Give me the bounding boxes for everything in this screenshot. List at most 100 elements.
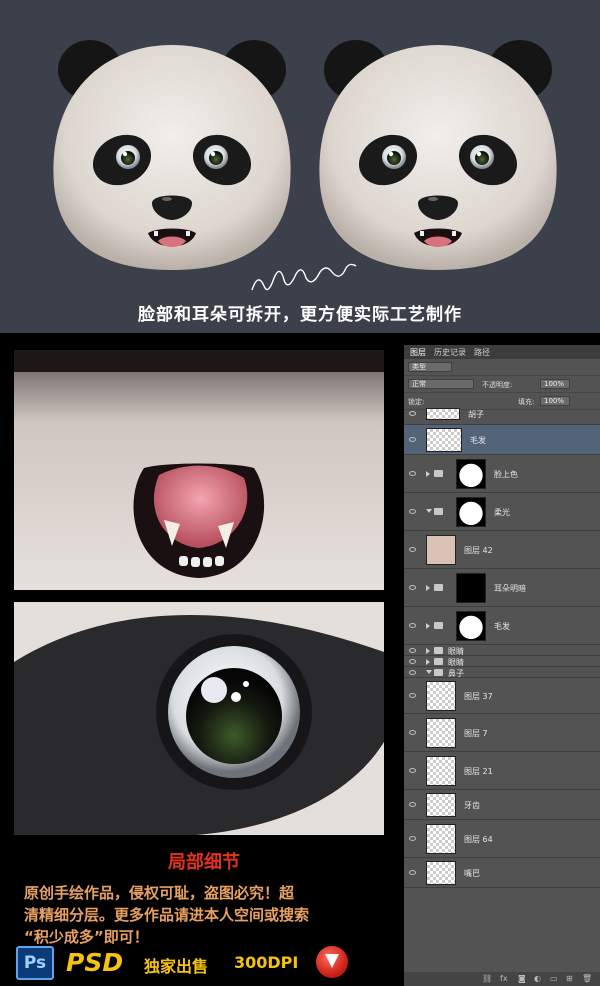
expand-arrow-icon[interactable] <box>426 471 430 477</box>
expand-arrow-icon[interactable] <box>426 509 432 513</box>
folder-icon <box>434 622 443 629</box>
tab-history[interactable]: 历史记录 <box>434 347 466 358</box>
layer-row[interactable]: 毛发 <box>404 607 600 645</box>
layer-row[interactable]: 胡子 <box>404 403 600 425</box>
layer-row[interactable]: 图层 64 <box>404 820 600 858</box>
layers-panel: 图层 历史记录 路径 类型 正常 不透明度: 100% 锁定: 填充: 100%… <box>404 345 600 986</box>
layer-name: 图层 64 <box>464 835 493 844</box>
new-group-icon[interactable]: ▭ <box>550 974 558 983</box>
psd-label: PSD <box>66 948 124 977</box>
opacity-label: 不透明度: <box>482 381 513 389</box>
download-arrow-icon[interactable] <box>316 946 348 978</box>
layer-row[interactable]: 图层 21 <box>404 752 600 790</box>
layer-name: 耳朵明暗 <box>494 584 526 593</box>
exclusive-sale-label: 独家出售 <box>144 957 209 976</box>
mouth-detail-image <box>14 350 384 590</box>
visibility-eye-icon[interactable] <box>409 658 416 664</box>
layer-name: 牙齿 <box>464 801 480 810</box>
copyright-line-3: “积少成多”即可！ <box>24 928 149 946</box>
panda-illustrations <box>53 40 557 291</box>
visibility-eye-icon[interactable] <box>409 730 416 735</box>
folder-icon <box>434 508 443 515</box>
eye-detail-image <box>14 602 384 835</box>
visibility-eye-icon[interactable] <box>409 802 416 807</box>
visibility-eye-icon[interactable] <box>409 547 416 552</box>
layer-name: 毛发 <box>470 436 486 445</box>
panel-footer: ⛓ fx ◙ ◐ ▭ ⊞ 🗑 <box>404 972 600 986</box>
blend-row: 正常 不透明度: 100% <box>404 376 600 393</box>
expand-arrow-icon[interactable] <box>426 658 430 665</box>
layer-thumbnail <box>426 793 456 817</box>
expand-arrow-icon[interactable] <box>426 623 430 629</box>
visibility-eye-icon[interactable] <box>409 585 416 590</box>
layer-name: 嘴巴 <box>464 869 480 878</box>
folder-icon <box>434 668 443 676</box>
visibility-eye-icon[interactable] <box>409 623 416 628</box>
dpi-label: 300DPI <box>234 953 299 972</box>
folder-icon <box>434 584 443 591</box>
detail-heading: 局部细节 <box>168 852 240 873</box>
layer-row[interactable]: 柔光 <box>404 493 600 531</box>
new-layer-icon[interactable]: ⊞ <box>566 974 573 983</box>
visibility-eye-icon[interactable] <box>409 471 416 476</box>
folder-icon <box>434 657 443 665</box>
tab-layers[interactable]: 图层 <box>410 347 426 358</box>
link-icon[interactable]: ⛓ <box>482 974 492 983</box>
layer-thumbnail <box>456 573 486 603</box>
folder-icon <box>434 646 443 654</box>
layer-name: 鼻子 <box>448 668 464 678</box>
layer-name: 图层 7 <box>464 729 488 738</box>
layer-row[interactable]: 鼻子 <box>404 667 600 678</box>
layer-row[interactable]: 毛发 <box>404 425 600 455</box>
visibility-eye-icon[interactable] <box>409 411 416 416</box>
visibility-eye-icon[interactable] <box>409 669 416 675</box>
layer-thumbnail <box>456 611 486 641</box>
expand-arrow-icon[interactable] <box>426 585 430 591</box>
mask-icon[interactable]: ◙ <box>518 974 526 983</box>
filter-row: 类型 <box>404 359 600 376</box>
layer-name: 脸上色 <box>494 470 518 479</box>
visibility-eye-icon[interactable] <box>409 647 416 653</box>
layer-thumbnail <box>426 428 462 452</box>
layer-thumbnail <box>426 824 456 854</box>
visibility-eye-icon[interactable] <box>409 509 416 514</box>
fx-icon[interactable]: fx <box>500 974 508 983</box>
brand-bar: Ps PSD 独家出售 300DPI <box>16 946 396 980</box>
adjustment-icon[interactable]: ◐ <box>534 974 541 983</box>
layer-thumbnail <box>426 535 456 565</box>
tab-paths[interactable]: 路径 <box>474 347 490 358</box>
layer-row[interactable]: 图层 37 <box>404 678 600 714</box>
panel-tabs: 图层 历史记录 路径 <box>404 345 600 359</box>
trash-icon[interactable]: 🗑 <box>582 974 592 983</box>
layer-thumbnail <box>426 718 456 748</box>
layer-name: 图层 21 <box>464 767 493 776</box>
expand-arrow-icon[interactable] <box>426 669 432 674</box>
visibility-eye-icon[interactable] <box>409 693 416 698</box>
layer-row[interactable]: 脸上色 <box>404 455 600 493</box>
layer-thumbnail <box>456 459 486 489</box>
layer-row[interactable]: 牙齿 <box>404 790 600 820</box>
visibility-eye-icon[interactable] <box>409 836 416 841</box>
layer-name: 胡子 <box>468 410 484 419</box>
opacity-input[interactable]: 100% <box>540 379 570 389</box>
layer-row[interactable]: 耳朵明暗 <box>404 569 600 607</box>
layer-row[interactable]: 图层 7 <box>404 714 600 752</box>
layer-thumbnail <box>426 756 456 786</box>
layer-name: 毛发 <box>494 622 510 631</box>
expand-arrow-icon[interactable] <box>426 647 430 654</box>
layer-row[interactable]: 图层 42 <box>404 531 600 569</box>
blend-mode-select[interactable]: 正常 <box>408 379 474 389</box>
layer-name: 图层 42 <box>464 546 493 555</box>
layer-thumbnail <box>456 497 486 527</box>
layer-thumbnail <box>426 408 460 420</box>
visibility-eye-icon[interactable] <box>409 870 416 875</box>
visibility-eye-icon[interactable] <box>409 437 416 442</box>
layer-row[interactable]: 眼睛 <box>404 645 600 656</box>
visibility-eye-icon[interactable] <box>409 768 416 773</box>
layer-row[interactable]: 嘴巴 <box>404 858 600 888</box>
folder-icon <box>434 470 443 477</box>
layer-row[interactable]: 眼睛 <box>404 656 600 667</box>
layer-name: 图层 37 <box>464 692 493 701</box>
copyright-line-1: 原创手绘作品，侵权可耻，盗图必究！超 <box>24 884 295 902</box>
kind-filter-select[interactable]: 类型 <box>408 362 452 372</box>
